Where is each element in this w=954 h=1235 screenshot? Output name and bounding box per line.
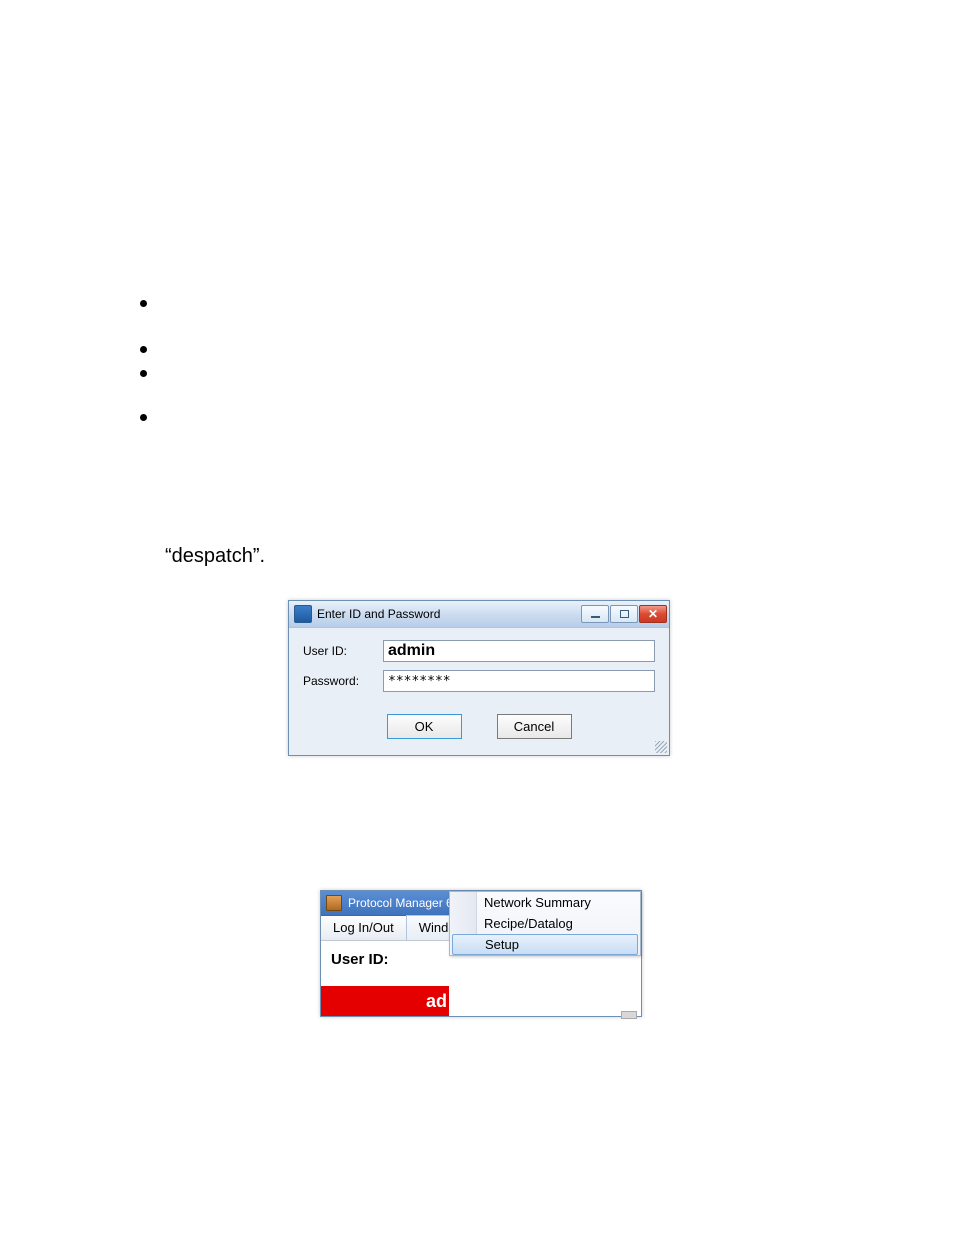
close-icon: ✕ [648,608,658,620]
bullet-icon [140,414,147,421]
scrollbar-handle[interactable] [621,1011,637,1019]
bullet-icon [140,370,147,377]
password-field[interactable] [383,670,655,692]
window-dropdown: Network Summary Recipe/Datalog Setup [449,891,641,956]
user-id-value: ad [321,986,449,1016]
content-area: User ID: ad Network Summary Recipe/Datal… [321,941,641,1016]
app-icon [294,605,312,623]
maximize-icon [620,610,629,618]
protocol-manager-window: Protocol Manager 6.0 Log In/Out Window H… [320,890,642,1017]
login-dialog: Enter ID and Password ✕ User ID: Passwor… [288,600,670,756]
minimize-button[interactable] [581,605,609,623]
resize-grip-icon[interactable] [655,741,667,753]
app-icon [326,895,342,911]
user-panel: User ID: ad [321,941,436,1016]
menu-item-setup[interactable]: Setup [452,934,638,955]
ok-button[interactable]: OK [387,714,462,739]
window-title: Enter ID and Password [317,607,581,621]
bullet-icon [140,346,147,353]
bullet-icon [140,300,147,307]
user-id-field[interactable] [383,640,655,662]
cancel-button[interactable]: Cancel [497,714,572,739]
window-title: Protocol Manager 6.0 [348,896,463,910]
maximize-button[interactable] [610,605,638,623]
user-id-label: User ID: [303,644,383,658]
menu-item-network-summary[interactable]: Network Summary [450,892,640,913]
menu-item-recipe-datalog[interactable]: Recipe/Datalog [450,913,640,934]
user-id-label: User ID: [321,941,436,968]
minimize-icon [591,616,600,618]
password-label: Password: [303,674,383,688]
close-button[interactable]: ✕ [639,605,667,623]
dialog-body: User ID: Password: OK Cancel [289,628,669,755]
body-text: “despatch”. [165,545,265,568]
menu-log-in-out[interactable]: Log In/Out [321,916,407,940]
title-bar[interactable]: Enter ID and Password ✕ [289,601,669,628]
